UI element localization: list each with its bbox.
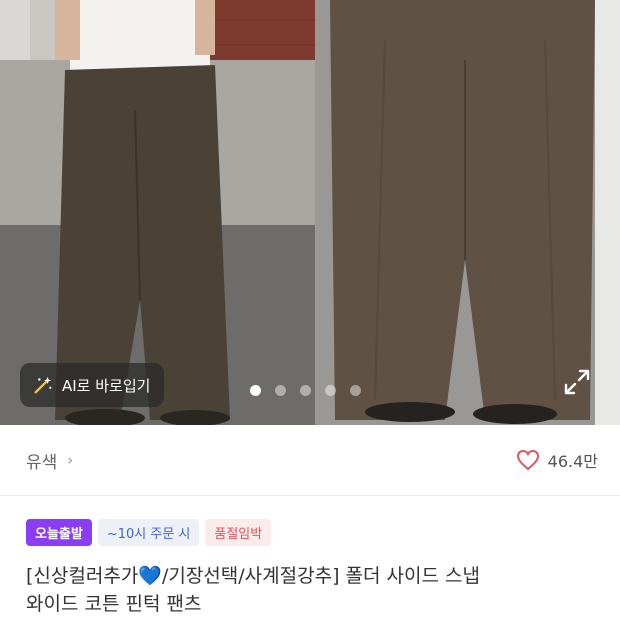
badge-list: 오늘출발 ~10시 주문 시 품절임박 (26, 519, 272, 546)
chevron-right-icon: › (67, 451, 74, 469)
pagination-dot[interactable] (325, 385, 336, 396)
pagination-dot[interactable] (350, 385, 361, 396)
expand-icon[interactable] (563, 368, 591, 396)
ai-try-on-label: AI로 바로입기 (62, 376, 151, 395)
product-title-line-1: [신상컬러추가💙/기장선택/사계절강추] 폴더 사이드 스냅 (26, 565, 480, 587)
color-selector[interactable]: 유색 › (26, 448, 73, 473)
pagination-dot[interactable] (275, 385, 286, 396)
like-count: 46.4만 (547, 452, 598, 471)
product-photo-model-front (0, 0, 315, 425)
product-photo-pants-closeup (315, 0, 620, 425)
product-title-line-2: 와이드 코튼 핀턱 팬츠 (26, 593, 202, 615)
color-name: 유색 (26, 452, 58, 473)
heart-icon (516, 449, 539, 471)
badge-almost-sold-out: 품절임박 (205, 519, 272, 546)
product-image-gallery[interactable]: AI로 바로입기 (0, 0, 620, 425)
gallery-pagination (250, 385, 361, 396)
like-button[interactable]: 46.4만 (516, 448, 598, 472)
badge-order-cutoff: ~10시 주문 시 (97, 519, 200, 546)
badge-today-shipping: 오늘출발 (26, 519, 92, 546)
pagination-dot-active[interactable] (250, 385, 261, 396)
ai-try-on-button[interactable]: AI로 바로입기 (20, 363, 165, 407)
product-title: [신상컬러추가💙/기장선택/사계절강추] 폴더 사이드 스냅 와이드 코튼 핀턱… (26, 562, 611, 618)
pagination-dot[interactable] (300, 385, 311, 396)
section-divider (0, 495, 620, 496)
color-option-row: 유색 › 46.4만 (0, 425, 620, 495)
magic-wand-icon (34, 376, 52, 394)
